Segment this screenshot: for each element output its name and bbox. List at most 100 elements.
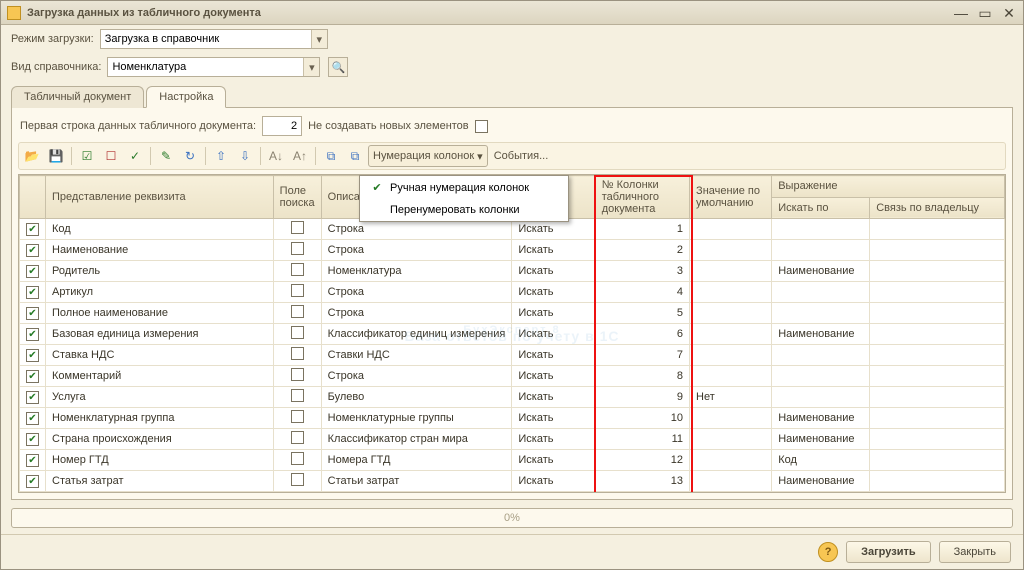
table-row[interactable]: ✔НаименованиеСтрокаИскать2 xyxy=(20,240,1005,261)
row-checkbox[interactable]: ✔ xyxy=(26,286,39,299)
search-checkbox[interactable] xyxy=(291,452,304,465)
search-checkbox[interactable] xyxy=(291,473,304,486)
cell-colnum[interactable]: 2 xyxy=(595,240,689,261)
cell-default[interactable] xyxy=(690,261,772,282)
col-expr[interactable]: Выражение xyxy=(772,176,1005,198)
cell-default[interactable] xyxy=(690,366,772,387)
search-checkbox[interactable] xyxy=(291,284,304,297)
cell-repr[interactable]: Номер ГТД xyxy=(46,450,274,471)
cell-owner[interactable] xyxy=(870,429,1005,450)
cell-findby[interactable] xyxy=(772,303,870,324)
table-row[interactable]: ✔Страна происхожденияКлассификатор стран… xyxy=(20,429,1005,450)
checkall-icon[interactable]: ☑ xyxy=(76,145,98,167)
cell-repr[interactable]: Полное наименование xyxy=(46,303,274,324)
checkone-icon[interactable]: ✓ xyxy=(124,145,146,167)
cell-desc[interactable]: Классификатор единиц измерения xyxy=(321,324,512,345)
open-icon[interactable]: 📂 xyxy=(21,145,43,167)
table-row[interactable]: ✔Статья затратСтатьи затратИскать13Наиме… xyxy=(20,471,1005,492)
close-button[interactable]: ✕ xyxy=(1001,6,1017,20)
col-findby[interactable]: Искать по xyxy=(772,197,870,219)
cell-mode[interactable]: Искать xyxy=(512,429,595,450)
cell-desc[interactable]: Строка xyxy=(321,366,512,387)
cell-repr[interactable]: Код xyxy=(46,219,274,240)
mode-combo[interactable]: ▾ xyxy=(100,29,328,49)
col-default[interactable]: Значение по умолчанию xyxy=(690,176,772,219)
reftype-combo[interactable]: ▾ xyxy=(107,57,320,77)
cell-desc[interactable]: Ставки НДС xyxy=(321,345,512,366)
table-row[interactable]: ✔АртикулСтрокаИскать4 xyxy=(20,282,1005,303)
cell-default[interactable] xyxy=(690,240,772,261)
cell-mode[interactable]: Искать xyxy=(512,282,595,303)
cell-repr[interactable]: Услуга xyxy=(46,387,274,408)
search-checkbox[interactable] xyxy=(291,410,304,423)
firstrow-input[interactable] xyxy=(262,116,302,136)
cell-owner[interactable]: <Создаваемый объект> xyxy=(870,492,1005,494)
cell-mode[interactable]: Искать xyxy=(512,387,595,408)
cell-colnum[interactable]: 12 xyxy=(595,450,689,471)
cell-repr[interactable]: Родитель xyxy=(46,261,274,282)
paste-icon[interactable]: ⧉ xyxy=(344,145,366,167)
cell-desc[interactable]: Номера ГТД xyxy=(321,450,512,471)
cell-default[interactable] xyxy=(690,219,772,240)
chevron-down-icon[interactable]: ▾ xyxy=(303,58,319,76)
cell-colnum[interactable]: 9 xyxy=(595,387,689,408)
row-checkbox[interactable]: ✔ xyxy=(26,475,39,488)
row-checkbox[interactable]: ✔ xyxy=(26,265,39,278)
mode-input[interactable] xyxy=(101,30,311,48)
table-row[interactable]: ✔УслугаБулевоИскать9Нет xyxy=(20,387,1005,408)
cell-owner[interactable] xyxy=(870,366,1005,387)
cell-repr[interactable]: Наименование xyxy=(46,240,274,261)
cell-desc[interactable]: Булево xyxy=(321,387,512,408)
cell-owner[interactable] xyxy=(870,345,1005,366)
cell-owner[interactable] xyxy=(870,324,1005,345)
cell-colnum[interactable]: 13 xyxy=(595,471,689,492)
save-icon[interactable]: 💾 xyxy=(45,145,67,167)
row-checkbox[interactable]: ✔ xyxy=(26,223,39,236)
events-link[interactable]: События... xyxy=(490,150,553,162)
cell-repr[interactable]: Артикул xyxy=(46,282,274,303)
cell-owner[interactable] xyxy=(870,282,1005,303)
cell-findby[interactable]: Наименование xyxy=(772,471,870,492)
table-row[interactable]: ✔Основная спецификация номенклатурыСпеци… xyxy=(20,492,1005,494)
table-row[interactable]: ✔Ставка НДССтавки НДСИскать7 xyxy=(20,345,1005,366)
copy-icon[interactable]: ⧉ xyxy=(320,145,342,167)
cell-default[interactable] xyxy=(690,408,772,429)
cell-repr[interactable]: Комментарий xyxy=(46,366,274,387)
nocreate-checkbox[interactable] xyxy=(475,120,488,133)
cell-colnum[interactable]: 8 xyxy=(595,366,689,387)
cell-owner[interactable] xyxy=(870,471,1005,492)
cell-mode[interactable]: Искать xyxy=(512,261,595,282)
cell-mode[interactable]: Искать xyxy=(512,492,595,494)
cell-desc[interactable]: Статьи затрат xyxy=(321,471,512,492)
movedown-icon[interactable]: ⇩ xyxy=(234,145,256,167)
cell-findby[interactable]: Наименование xyxy=(772,492,870,494)
cell-owner[interactable] xyxy=(870,408,1005,429)
search-checkbox[interactable] xyxy=(291,263,304,276)
cell-findby[interactable] xyxy=(772,387,870,408)
tab-tabdoc[interactable]: Табличный документ xyxy=(11,86,144,108)
cell-owner[interactable] xyxy=(870,240,1005,261)
cell-mode[interactable]: Искать xyxy=(512,471,595,492)
col-repr[interactable]: Представление реквизита xyxy=(46,176,274,219)
cell-default[interactable] xyxy=(690,324,772,345)
search-checkbox[interactable] xyxy=(291,221,304,234)
col-owner[interactable]: Связь по владельцу xyxy=(870,197,1005,219)
cell-findby[interactable]: Код xyxy=(772,450,870,471)
cell-findby[interactable]: Наименование xyxy=(772,408,870,429)
settings-table[interactable]: БухЭксперт 8 База ответов по учету в 1С … xyxy=(18,174,1006,493)
cell-repr[interactable]: Номенклатурная группа xyxy=(46,408,274,429)
cell-colnum[interactable]: 5 xyxy=(595,303,689,324)
close-button[interactable]: Закрыть xyxy=(939,541,1011,563)
menu-manual-numbering[interactable]: ✔ Ручная нумерация колонок xyxy=(360,176,568,199)
cell-repr[interactable]: Страна происхождения xyxy=(46,429,274,450)
cell-desc[interactable]: Строка xyxy=(321,282,512,303)
maximize-button[interactable]: ▭ xyxy=(977,6,993,20)
cell-owner[interactable] xyxy=(870,219,1005,240)
search-checkbox[interactable] xyxy=(291,368,304,381)
cell-mode[interactable]: Искать xyxy=(512,303,595,324)
uncheckall-icon[interactable]: ☐ xyxy=(100,145,122,167)
search-checkbox[interactable] xyxy=(291,389,304,402)
col-colnum[interactable]: № Колонки табличного документа xyxy=(595,176,689,219)
help-button[interactable]: ? xyxy=(818,542,838,562)
cell-mode[interactable]: Искать xyxy=(512,450,595,471)
